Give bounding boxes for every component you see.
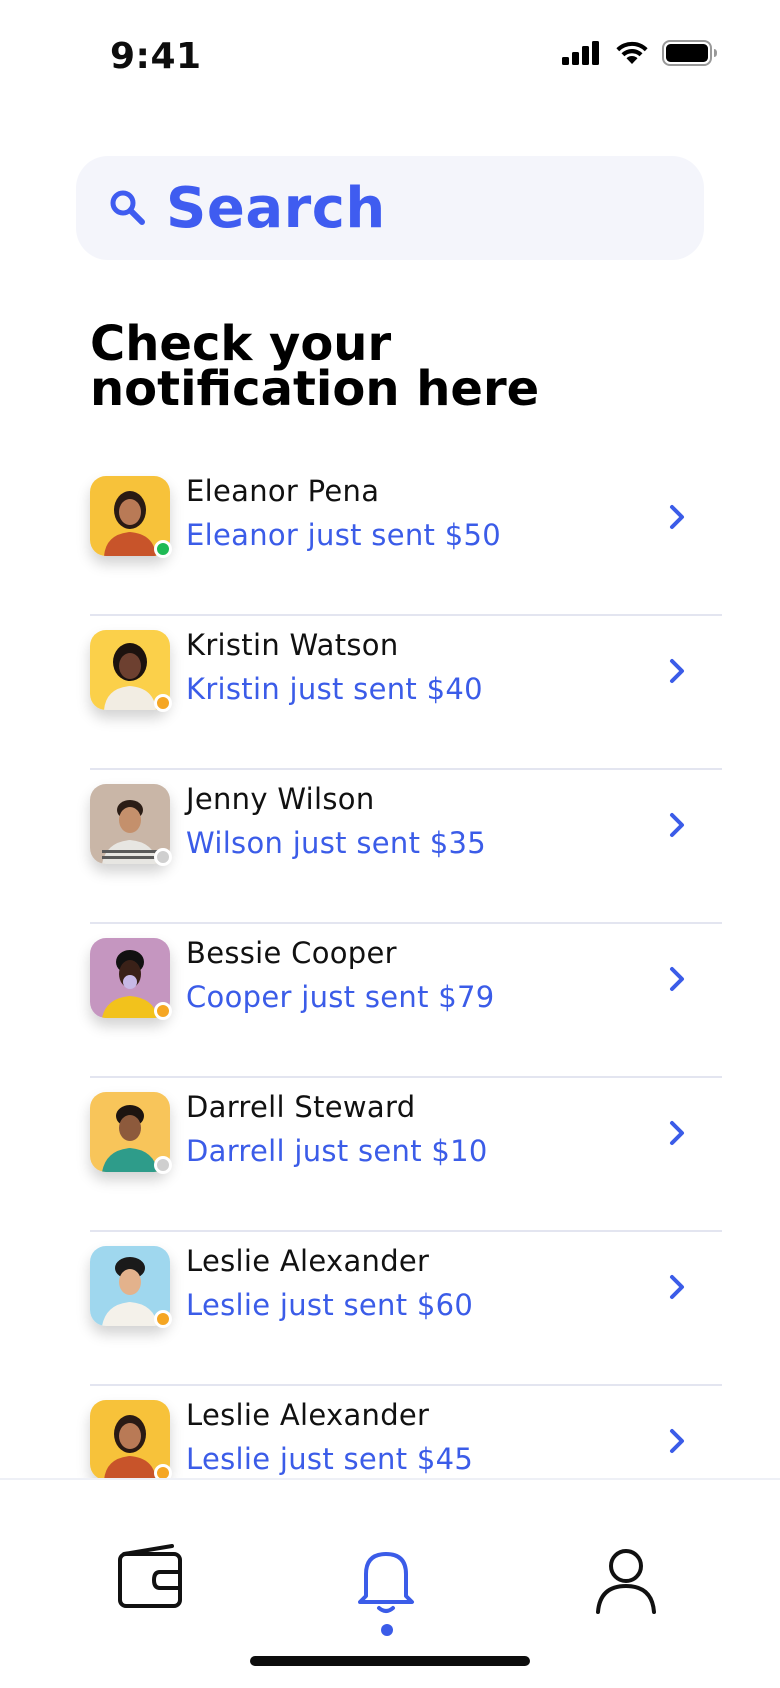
avatar	[90, 1092, 172, 1174]
notification-message: Wilson just sent $35	[186, 826, 487, 860]
wallet-icon[interactable]	[110, 1540, 190, 1620]
sender-name: Eleanor Pena	[186, 474, 380, 508]
notification-item[interactable]: Kristin Watson Kristin just sent $40	[90, 616, 722, 770]
notification-item[interactable]: Eleanor Pena Eleanor just sent $50	[90, 462, 722, 616]
chevron-right-icon[interactable]	[662, 1270, 692, 1304]
notification-message: Eleanor just sent $50	[186, 518, 501, 552]
status-offline-dot	[154, 848, 172, 866]
avatar	[90, 784, 172, 866]
chevron-right-icon[interactable]	[662, 500, 692, 534]
status-online-dot	[154, 540, 172, 558]
notification-message: Cooper just sent $79	[186, 980, 495, 1014]
notification-message: Leslie just sent $60	[186, 1288, 474, 1322]
search-icon	[110, 190, 145, 225]
search-bar[interactable]: Search	[76, 156, 704, 260]
status-offline-dot	[154, 1156, 172, 1174]
home-indicator	[250, 1656, 530, 1666]
avatar	[90, 1400, 172, 1482]
notification-item[interactable]: Darrell Steward Darrell just sent $10	[90, 1078, 722, 1232]
chevron-right-icon[interactable]	[662, 1424, 692, 1458]
sender-name: Jenny Wilson	[186, 782, 375, 816]
status-bar: 9:41	[0, 0, 780, 110]
notification-message: Leslie just sent $45	[186, 1442, 474, 1476]
user-icon[interactable]	[586, 1540, 666, 1620]
chevron-right-icon[interactable]	[662, 654, 692, 688]
chevron-right-icon[interactable]	[662, 1116, 692, 1150]
sender-name: Leslie Alexander	[186, 1244, 430, 1278]
notification-item[interactable]: Jenny Wilson Wilson just sent $35	[90, 770, 722, 924]
status-away-dot	[154, 694, 172, 712]
bell-icon[interactable]	[346, 1540, 426, 1620]
sender-name: Bessie Cooper	[186, 936, 397, 970]
sender-name: Darrell Steward	[186, 1090, 416, 1124]
status-time: 9:41	[110, 36, 202, 77]
battery-icon	[662, 40, 717, 66]
signal-icon	[562, 41, 599, 65]
status-away-dot	[154, 1310, 172, 1328]
notification-item[interactable]: Bessie Cooper Cooper just sent $79	[90, 924, 722, 1078]
avatar	[90, 630, 172, 712]
notification-message: Kristin just sent $40	[186, 672, 483, 706]
avatar	[90, 938, 172, 1020]
chevron-right-icon[interactable]	[662, 962, 692, 996]
notification-item[interactable]: Leslie Alexander Leslie just sent $60	[90, 1232, 722, 1386]
avatar	[90, 476, 172, 558]
sender-name: Kristin Watson	[186, 628, 399, 662]
status-icons	[562, 40, 718, 66]
notification-message: Darrell just sent $10	[186, 1134, 488, 1168]
wifi-icon	[616, 41, 648, 64]
sender-name: Leslie Alexander	[186, 1398, 430, 1432]
avatar	[90, 1246, 172, 1328]
status-away-dot	[154, 1002, 172, 1020]
page-title: Check your notification here	[90, 316, 540, 417]
active-tab-indicator	[381, 1624, 393, 1636]
search-label: Search	[166, 175, 386, 241]
chevron-right-icon[interactable]	[662, 808, 692, 842]
notification-list: Eleanor Pena Eleanor just sent $50 Krist…	[90, 462, 722, 1540]
